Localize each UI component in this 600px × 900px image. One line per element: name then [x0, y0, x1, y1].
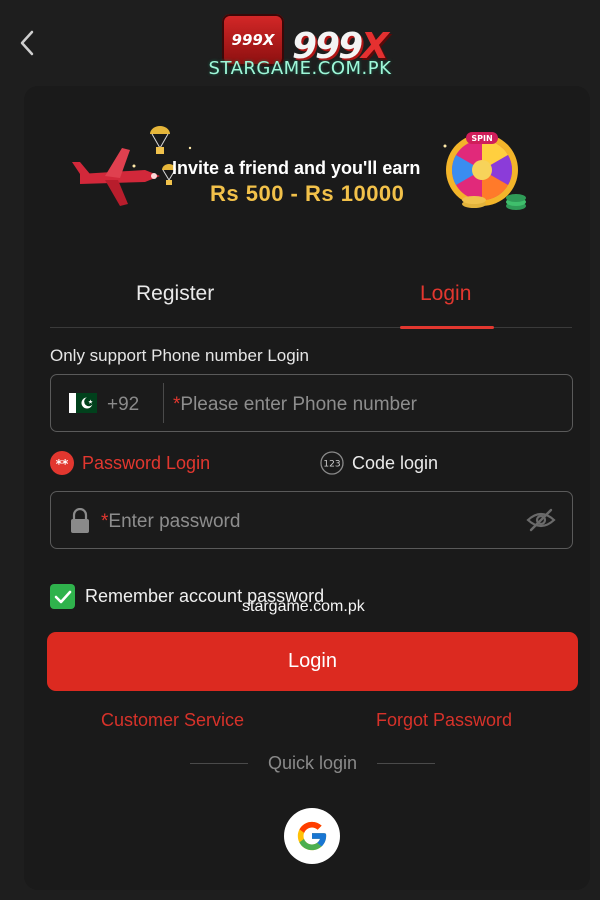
watermark-text: stargame.com.pk [242, 598, 365, 615]
active-tab-indicator [400, 326, 494, 329]
auth-tabs: Register Login [50, 274, 572, 329]
banner-headline: Invite a friend and you'll earn [172, 158, 421, 178]
invite-banner[interactable]: SPIN Invite a friend and you'll earn Rs … [50, 118, 550, 218]
password-field[interactable]: *Enter password [50, 491, 573, 549]
password-badge-text: ** [56, 457, 69, 471]
wheel-label: SPIN [471, 134, 492, 143]
phone-placeholder: *Please enter Phone number [173, 394, 417, 416]
forgot-password-link[interactable]: Forgot Password [376, 710, 512, 731]
tab-login[interactable]: Login [420, 282, 471, 306]
quick-login-label: Quick login [267, 752, 358, 773]
parachute-coin-icon [150, 126, 170, 154]
eye-off-icon[interactable] [526, 508, 556, 532]
banner-reward: Rs 500 - Rs 10000 [210, 181, 405, 206]
code-123-icon: 123 [320, 451, 344, 475]
password-login-option[interactable]: ** Password Login [50, 450, 210, 476]
divider-line [190, 762, 248, 764]
google-login-button[interactable] [284, 808, 340, 864]
checkmark-icon [54, 590, 71, 603]
phone-field[interactable]: +92 *Please enter Phone number [50, 374, 573, 432]
back-button[interactable] [12, 28, 42, 58]
password-placeholder: *Enter password [101, 511, 240, 533]
customer-service-link[interactable]: Customer Service [101, 710, 244, 731]
divider-line [376, 762, 435, 764]
spin-wheel-icon: SPIN [446, 132, 526, 210]
quick-login-divider: Quick login [190, 752, 435, 774]
field-divider [163, 383, 164, 423]
login-button[interactable]: Login [47, 632, 578, 691]
code-badge-text: 123 [323, 460, 340, 470]
code-login-label: Code login [352, 452, 439, 473]
password-login-label: Password Login [82, 452, 211, 473]
remember-checkbox[interactable] [50, 584, 75, 609]
password-dots-icon: ** [50, 451, 74, 475]
airplane-icon [72, 148, 160, 206]
pakistan-flag-icon [69, 393, 97, 413]
lock-icon [71, 508, 89, 533]
code-login-option[interactable]: 123 Code login [320, 450, 438, 476]
password-placeholder-text: Enter password [108, 511, 241, 532]
site-caption: STARGAME.COM.PK [208, 58, 392, 79]
country-code-selector[interactable]: +92 [107, 394, 139, 416]
support-notice: Only support Phone number Login [50, 346, 309, 365]
tab-register[interactable]: Register [136, 282, 214, 306]
phone-placeholder-text: Please enter Phone number [180, 394, 418, 415]
google-icon [297, 821, 327, 851]
chevron-left-icon [20, 30, 34, 56]
